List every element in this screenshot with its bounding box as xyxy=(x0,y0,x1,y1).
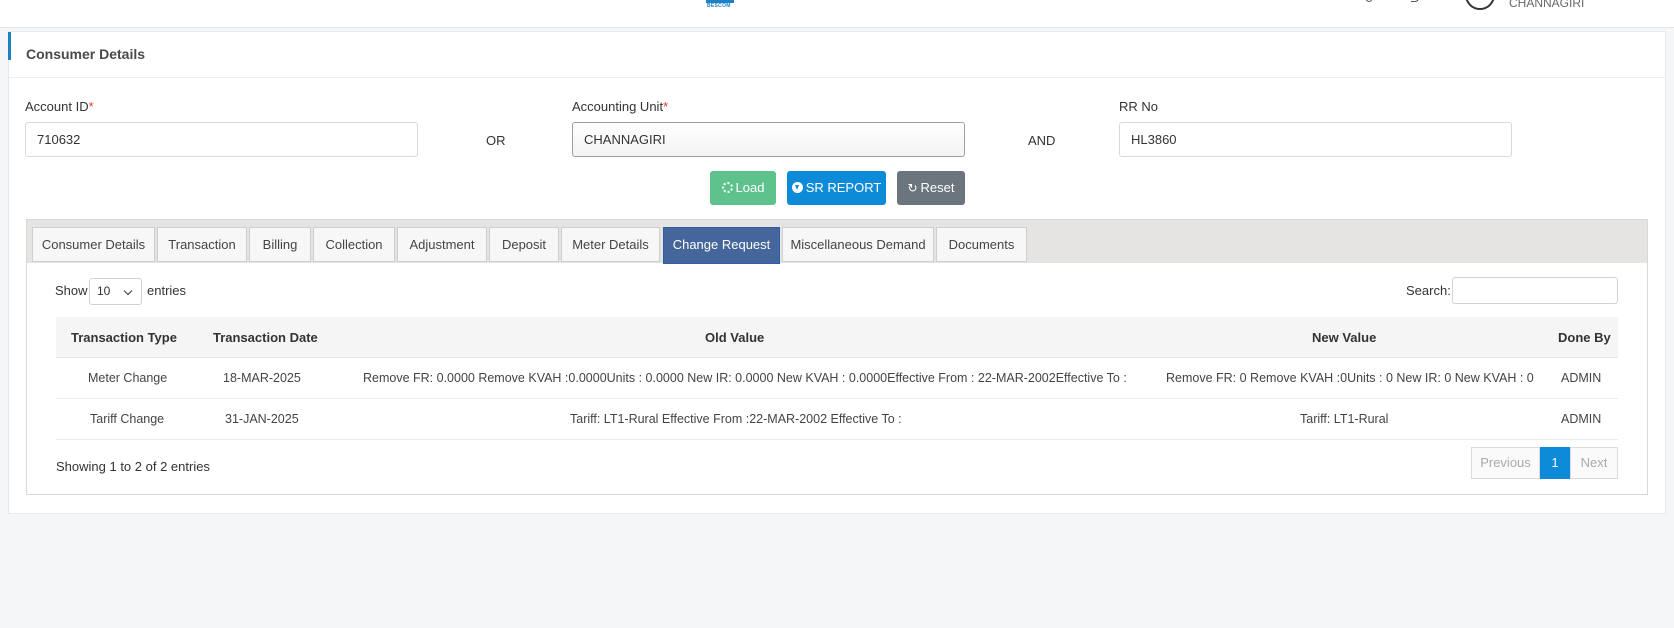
rr-no-input[interactable]: HL3860 xyxy=(1119,122,1512,157)
page-title: Consumer Details xyxy=(26,46,146,62)
accounting-unit-select[interactable]: CHANNAGIRI xyxy=(572,122,965,157)
bescom-logo: BESCOM xyxy=(704,0,736,10)
user-name[interactable]: CHANNAGIRI xyxy=(1509,0,1584,10)
chevron-down-icon xyxy=(123,286,133,296)
notification-icon[interactable] xyxy=(1365,0,1373,2)
tab-deposit[interactable]: Deposit xyxy=(489,227,559,262)
tab-collection[interactable]: Collection xyxy=(313,227,395,262)
show-label: Show xyxy=(55,283,88,298)
cell-old-value: Tariff: LT1-Rural Effective From :22-MAR… xyxy=(570,412,902,426)
table-row: Tariff Change 31-JAN-2025 Tariff: LT1-Ru… xyxy=(56,399,1618,440)
download-icon xyxy=(791,182,803,193)
tab-consumer-details[interactable]: Consumer Details xyxy=(32,227,155,262)
tab-change-request[interactable]: Change Request xyxy=(663,227,780,264)
column-header-done-by[interactable]: Done By xyxy=(1558,330,1611,345)
page-1-button[interactable]: 1 xyxy=(1540,447,1570,479)
table-header: Transaction Type ↑↓ Transaction Date Old… xyxy=(56,317,1618,358)
rr-no-label: RR No xyxy=(1119,99,1159,114)
column-header-new-value[interactable]: New Value xyxy=(1312,330,1376,345)
load-button-label: Load xyxy=(735,180,765,195)
avatar[interactable] xyxy=(1465,0,1495,10)
account-id-label: Account ID* xyxy=(25,99,94,114)
sr-report-button-label: SR REPORT xyxy=(805,180,882,195)
tab-adjustment[interactable]: Adjustment xyxy=(397,227,487,262)
tab-miscellaneous-demand[interactable]: Miscellaneous Demand xyxy=(782,227,934,262)
next-page-button[interactable]: Next xyxy=(1570,447,1618,479)
tab-transaction[interactable]: Transaction xyxy=(157,227,247,262)
search-label: Search: xyxy=(1406,283,1451,298)
accounting-unit-label: Accounting Unit* xyxy=(572,99,669,114)
table-info: Showing 1 to 2 of 2 entries xyxy=(56,459,210,474)
tab-meter-details[interactable]: Meter Details xyxy=(561,227,660,262)
cell-new-value: Tariff: LT1-Rural xyxy=(1300,412,1389,426)
sr-report-button[interactable]: SR REPORT xyxy=(787,171,886,205)
tab-documents[interactable]: Documents xyxy=(936,227,1027,262)
cell-new-value: Remove FR: 0 Remove KVAH :0Units : 0 New… xyxy=(1166,371,1534,385)
page-size-select[interactable]: 10 xyxy=(89,278,142,305)
reset-button[interactable]: ↻ Reset xyxy=(897,171,965,205)
cell-transaction-type: Tariff Change xyxy=(90,412,165,426)
cell-done-by: ADMIN xyxy=(1561,412,1602,426)
entries-label: entries xyxy=(147,283,187,298)
tab-strip: Consumer Details Transaction Billing Col… xyxy=(27,220,1647,264)
page-size-value: 10 xyxy=(97,284,111,298)
and-label: AND xyxy=(1028,133,1056,148)
previous-page-button[interactable]: Previous xyxy=(1471,447,1540,479)
refresh-icon: ↻ xyxy=(907,181,918,195)
tab-billing[interactable]: Billing xyxy=(249,227,311,262)
column-header-transaction-type[interactable]: Transaction Type xyxy=(71,330,177,345)
spinner-icon xyxy=(721,182,733,193)
cell-transaction-date: 18-MAR-2025 xyxy=(223,371,301,385)
cell-transaction-type: Meter Change xyxy=(88,371,168,385)
account-id-input[interactable]: 710632 xyxy=(25,122,418,157)
cell-done-by: ADMIN xyxy=(1561,371,1602,385)
reset-button-label: Reset xyxy=(920,180,955,195)
column-header-transaction-date[interactable]: Transaction Date xyxy=(213,330,318,345)
top-navbar: BESCOM CHANNAGIRI xyxy=(0,0,1674,28)
cell-old-value: Remove FR: 0.0000 Remove KVAH :0.0000Uni… xyxy=(363,371,1127,385)
card-header: Consumer Details xyxy=(8,32,1665,78)
settings-icon[interactable] xyxy=(1411,0,1419,2)
logo-text: BESCOM xyxy=(707,3,731,9)
header-accent xyxy=(8,32,11,60)
table-row: Meter Change 18-MAR-2025 Remove FR: 0.00… xyxy=(56,358,1618,399)
column-header-old-value[interactable]: Old Value xyxy=(705,330,764,345)
cell-transaction-date: 31-JAN-2025 xyxy=(225,412,299,426)
or-label: OR xyxy=(486,133,506,148)
search-input[interactable] xyxy=(1452,277,1618,304)
load-button[interactable]: Load xyxy=(710,171,776,205)
